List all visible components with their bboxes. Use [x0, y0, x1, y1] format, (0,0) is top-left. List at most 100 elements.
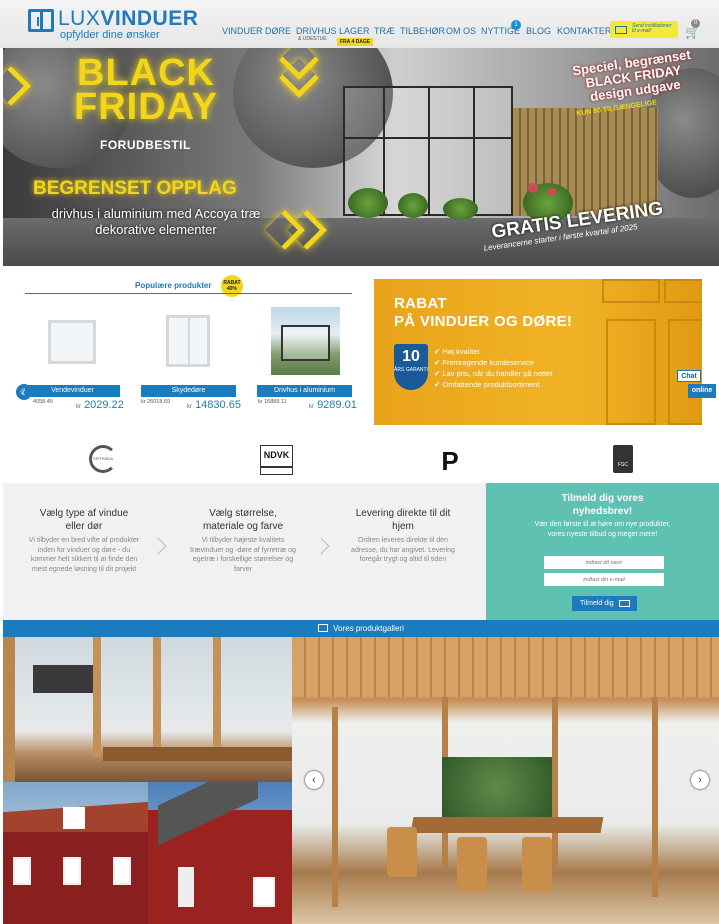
- logo[interactable]: LUXVINDUER: [58, 8, 198, 30]
- steps-section: Vælg type af vindue eller dør Vi tilbyde…: [3, 483, 486, 620]
- chevron-right-icon: [149, 537, 167, 555]
- hero-subtitle: drivhus i aluminium med Accoya træ dekor…: [51, 206, 261, 237]
- nav-lager[interactable]: LAGER: [339, 26, 370, 36]
- window-frame: [213, 637, 221, 757]
- product-button-skydedoere[interactable]: Skydedøre: [141, 385, 236, 397]
- window: [253, 877, 275, 907]
- old-price: kr 26018.69: [141, 399, 171, 405]
- window: [63, 807, 85, 829]
- benefit-text: Høj kvalitet: [442, 347, 480, 356]
- door-panel: [664, 279, 702, 303]
- nav-drivhus[interactable]: DRIVHUS: [296, 26, 337, 36]
- price-value: 14830.65: [195, 399, 241, 411]
- benefit-item: ✔ Omfattende produktsortiment: [434, 380, 540, 389]
- logo-icon[interactable]: [28, 9, 54, 32]
- gallery-image-red-house[interactable]: [3, 782, 148, 924]
- nav-drivhus-sub: & UDESTUE: [298, 36, 327, 42]
- wooden-ceiling: [292, 637, 719, 697]
- newsletter-panel: Tilmeld dig vores nyhedsbrev! Vær den fø…: [486, 483, 719, 620]
- currency: kr: [187, 404, 192, 410]
- newsletter-name-input[interactable]: [544, 556, 664, 569]
- window: [113, 857, 131, 885]
- flower: [528, 183, 538, 193]
- benefit-text: Omfattende produktsortiment: [442, 380, 540, 389]
- product-button-drivhus[interactable]: Drivhus i aluminium: [257, 385, 352, 397]
- nav-trae[interactable]: TRÆ: [374, 26, 395, 36]
- gallery-image-dining-room[interactable]: [3, 637, 292, 782]
- warranty-badge: 10 ÅRS GARANTI: [394, 344, 428, 390]
- newsletter-title: Tilmeld dig vores nyhedsbrev!: [561, 493, 644, 517]
- gallery-image-red-cottage[interactable]: [148, 782, 292, 924]
- page: LUXVINDUER opfylder dine ønsker VINDUER …: [0, 0, 719, 924]
- window-frame: [93, 637, 101, 757]
- old-price: kr 16889.11: [258, 399, 287, 405]
- nav-tilbehoer[interactable]: TILBEHØR: [400, 26, 445, 36]
- product-button-vendevinduer[interactable]: Vendevinduer: [25, 385, 120, 397]
- nav-om-os[interactable]: OM OS: [446, 26, 476, 36]
- site-header: LUXVINDUER opfylder dine ønsker VINDUER …: [0, 0, 719, 48]
- step-1-text: Vi tilbyder en bred vifte af produkter i…: [28, 537, 140, 573]
- benefit-text: Fremragende kundeservice: [442, 358, 534, 367]
- newsletter-email-input[interactable]: [544, 573, 664, 586]
- black-friday-title: BLACK FRIDAY: [74, 52, 218, 128]
- limited-edition-label: BEGRENSET OPPLAG: [33, 178, 237, 199]
- chair: [387, 827, 417, 877]
- price: kr 2029.22: [76, 399, 124, 411]
- product-image-skydedoere[interactable]: [166, 315, 210, 367]
- logo-light-text: LUX: [58, 7, 101, 30]
- nav-kontakter[interactable]: KONTAKTER: [557, 26, 611, 36]
- step-2-text: Vi tilbyder højeste kvalitets trævinduer…: [190, 537, 296, 573]
- nav-vinduer[interactable]: VINDUER: [222, 26, 263, 36]
- popular-products-title: Populære produkter: [135, 281, 212, 290]
- benefit-text: Lav pris, når du handler på nettet: [442, 369, 553, 378]
- house: [33, 665, 93, 693]
- gallery-next-arrow[interactable]: ›: [691, 771, 709, 789]
- envelope-icon: [619, 600, 630, 607]
- currency: kr: [76, 404, 81, 410]
- step-3-text: Ordren leveres direkte til den adresse, …: [351, 537, 455, 563]
- plant: [443, 198, 478, 220]
- gallery-prev-arrow[interactable]: ‹: [305, 771, 323, 789]
- email-settings-button[interactable]: Send instillationer til e-mail: [610, 21, 678, 38]
- window-frame: [3, 637, 15, 782]
- step-3-title: Levering direkte til dit hjem: [355, 508, 451, 532]
- door-panel: [606, 319, 656, 425]
- nyttige-notification-badge: 1: [511, 20, 521, 30]
- promo-banner[interactable]: RABAT PÅ VINDUER OG DØRE! 10 ÅRS GARANTI…: [374, 279, 702, 425]
- price: kr 14830.65: [187, 399, 241, 411]
- newsletter-subscribe-button[interactable]: Tilmeld dig: [572, 596, 637, 611]
- gallery-icon: [318, 624, 329, 632]
- gallery-title: Vores produktgalleri: [333, 624, 404, 633]
- dining-table: [410, 817, 604, 833]
- product-image-drivhus[interactable]: [271, 307, 340, 375]
- email-settings-label: Send instillationer til e-mail: [632, 23, 672, 34]
- window: [13, 857, 31, 885]
- product-image-vendevinduer[interactable]: [48, 320, 96, 364]
- door-divider: [188, 318, 190, 364]
- promo-title-line2: PÅ VINDUER OG DØRE!: [394, 313, 573, 330]
- hero-banner[interactable]: BLACK FRIDAY FORUDBESTIL BEGRENSET OPPLA…: [3, 48, 719, 266]
- plant: [398, 193, 428, 218]
- step-1-title: Vælg type af vindue eller dør: [39, 508, 129, 532]
- table: [103, 747, 292, 761]
- greenhouse-thumb: [281, 325, 330, 361]
- lager-badge: FRA 4 DAGE: [337, 38, 374, 46]
- currency: kr: [309, 404, 314, 410]
- nav-blog[interactable]: BLOG: [526, 26, 551, 36]
- logo-bold-text: VINDUER: [100, 7, 199, 30]
- chat-online-status[interactable]: online: [688, 384, 716, 398]
- chat-button[interactable]: Chat: [677, 370, 701, 382]
- chair: [457, 837, 487, 892]
- cert-fsc: FSC: [613, 445, 633, 473]
- warranty-text: ÅRS GARANTI: [394, 367, 428, 373]
- promo-benefits: ✔ Høj kvalitet ✔ Fremragende kundeservic…: [434, 346, 552, 390]
- gallery-image-sunroom[interactable]: [292, 637, 719, 924]
- sptrada-logo: SPITRADA: [89, 445, 117, 473]
- chair: [522, 837, 552, 892]
- chevron-right-icon: [312, 537, 330, 555]
- promo-title-line1: RABAT: [394, 295, 447, 312]
- preorder-label: FORUDBESTIL: [100, 138, 191, 152]
- nav-doere[interactable]: DØRE: [265, 26, 291, 36]
- cert-sptrada: SPITRADA: [89, 445, 117, 473]
- newsletter-text: Vær den første til at høre om nye produk…: [534, 521, 671, 538]
